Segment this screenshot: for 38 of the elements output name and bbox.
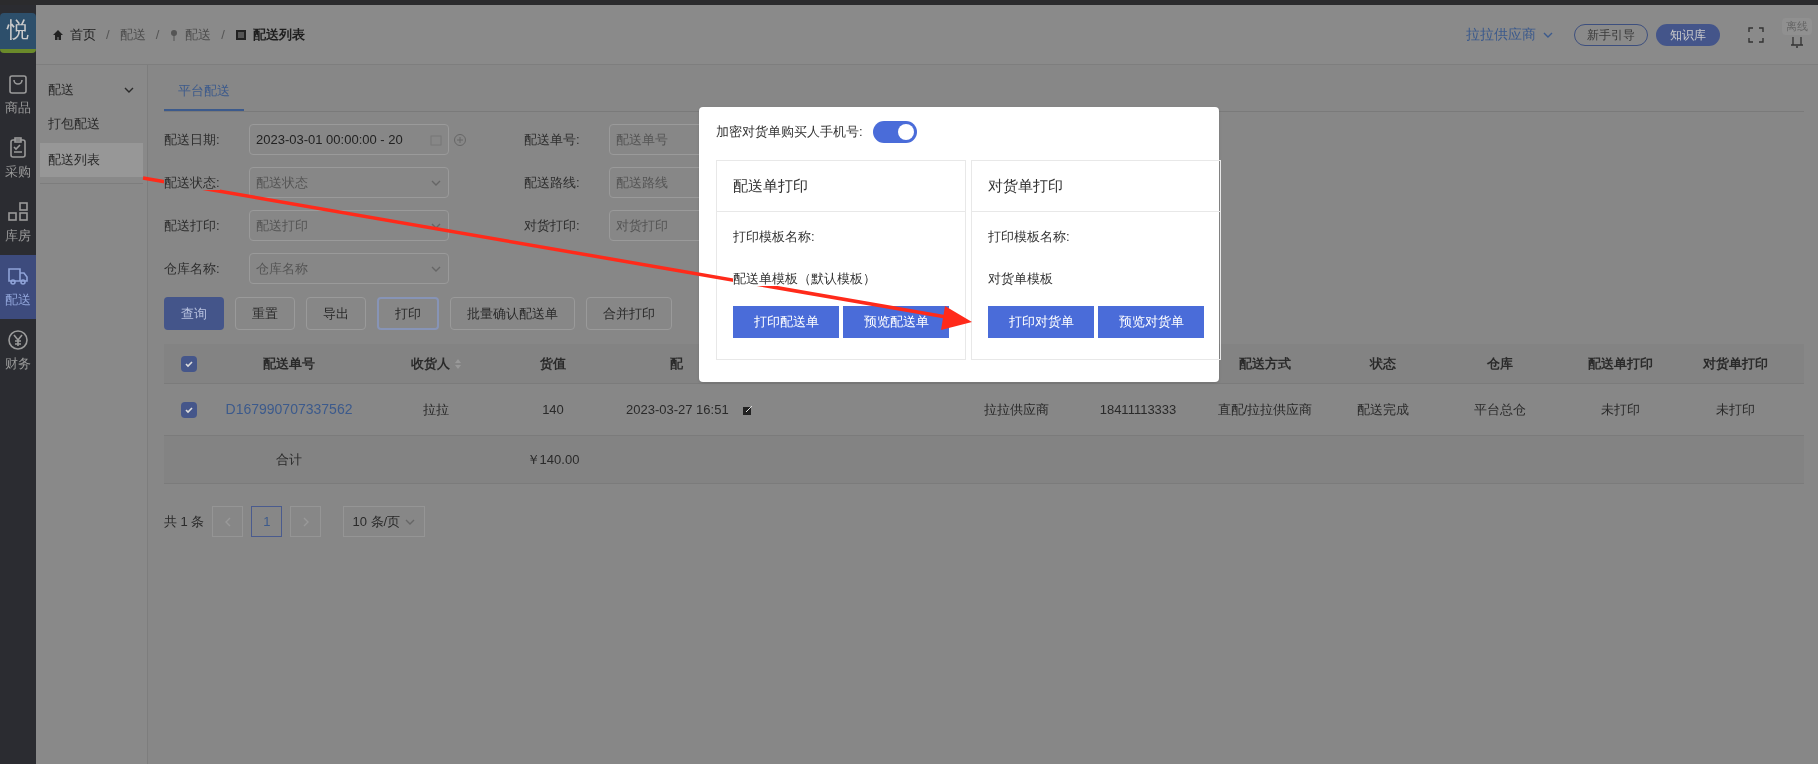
column-header: 配送单打印 xyxy=(1587,354,1653,373)
field-label: 打印模板名称: xyxy=(733,229,815,244)
table-cell-text: 拉拉供应商 xyxy=(983,400,1049,419)
table-cell-text: 配送完成 xyxy=(1357,400,1409,419)
template-name: 对货单模板 xyxy=(988,270,1053,286)
column-header: 配送单号 xyxy=(263,354,315,373)
breadcrumb-separator: / xyxy=(106,25,110,44)
column-header: 配 xyxy=(670,354,683,373)
column-header: 对货单打印 xyxy=(1702,354,1768,373)
total-count: 共 1 条 xyxy=(164,512,205,531)
table-cell-text: 未打印 xyxy=(1600,400,1640,419)
app-logo: 悦 xyxy=(0,13,36,53)
column-header: 状态 xyxy=(1370,354,1396,373)
field-label: 配送打印: xyxy=(164,217,220,233)
field-label: 仓库名称: xyxy=(164,260,220,276)
field-label: 配送单号: xyxy=(524,131,580,147)
breadcrumb-separator: / xyxy=(155,25,160,44)
total-value: ￥140.00 xyxy=(526,450,580,469)
field-label: 配送状态: xyxy=(164,174,220,190)
column-header: 货值 xyxy=(540,354,566,373)
column-header: 仓库 xyxy=(1487,354,1513,373)
field-label: 打印模板名称: xyxy=(988,229,1070,244)
table-cell-text: 18411113333 xyxy=(1099,400,1177,419)
table-cell-text: 未打印 xyxy=(1715,400,1755,419)
breadcrumb-separator: / xyxy=(221,25,225,44)
table-cell-text: 平台总仓 xyxy=(1474,400,1526,419)
card-title: 配送单打印 xyxy=(733,175,808,196)
table-cell-text: 拉拉 xyxy=(423,400,449,419)
total-label: 合计 xyxy=(276,450,302,469)
card-title: 对货单打印 xyxy=(988,175,1063,196)
field-label: 对货打印: xyxy=(524,217,580,233)
field-label: 配送路线: xyxy=(524,174,580,190)
field-label: 配送日期: xyxy=(164,131,220,147)
table-cell-text: 2023-03-27 16:51 xyxy=(626,400,729,419)
column-header: 配送方式 xyxy=(1239,354,1291,373)
table-cell-text: 直配/拉拉供应商 xyxy=(1217,400,1313,419)
toggle-label: 加密对货单购买人手机号: xyxy=(716,123,863,142)
table-cell-text: 140 xyxy=(542,400,564,419)
